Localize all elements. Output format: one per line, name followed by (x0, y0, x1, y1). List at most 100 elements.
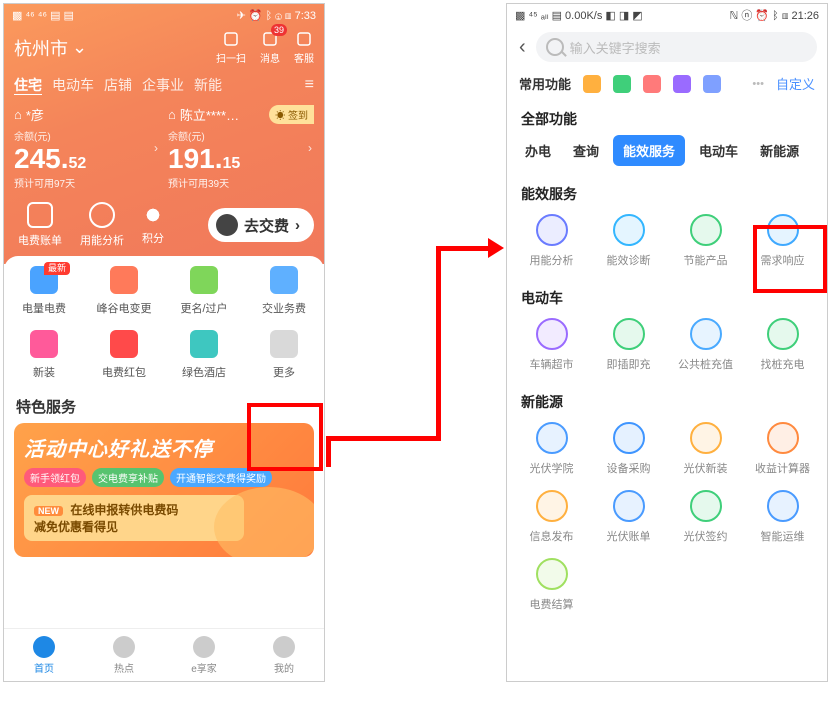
feature-item[interactable]: 光伏学院 (513, 422, 590, 476)
feature-icon (690, 214, 722, 246)
promo-chip: 交电费享补贴 (92, 468, 164, 487)
feature-item[interactable]: 新装 (4, 330, 84, 380)
points-icon (142, 204, 164, 226)
category-tab[interactable]: 查询 (565, 135, 607, 166)
highlight-demand-response (753, 225, 827, 293)
feature-item[interactable]: 即插即充 (590, 318, 667, 372)
feature-item[interactable]: 车辆超市 (513, 318, 590, 372)
feature-icon (613, 422, 645, 454)
status-left: ▩ ⁴⁵ ₐₗₗ ▤ 0.00K/s ◧ ◨ ◩ (515, 9, 643, 22)
fav-icon[interactable] (613, 75, 631, 93)
feature-item[interactable]: 电费红包 (84, 330, 164, 380)
quick-analysis[interactable]: 用能分析 (80, 202, 124, 248)
hero-action[interactable]: 客服 (294, 30, 314, 65)
bot-icon (216, 214, 238, 236)
customize-link[interactable]: 自定义 (776, 74, 815, 93)
menu-icon[interactable]: ≡ (305, 76, 314, 94)
section-grid: 光伏学院设备采购光伏新装收益计算器信息发布光伏账单光伏签约智能运维电费结算 (507, 418, 827, 622)
category-tab[interactable]: 能效服务 (613, 135, 685, 166)
nav-item[interactable]: 首页 (4, 629, 84, 681)
feature-icon (613, 318, 645, 350)
phone-home-screen: ▩ ⁴⁶ ⁴⁶ ▤ ▤ ✈ ⏰ ᛒ ⓘ ▥ 7:33 杭州市 ⌄ 扫一扫39消息… (3, 3, 325, 682)
hero-action[interactable]: 39消息 (260, 30, 280, 65)
feature-item[interactable]: 用能分析 (513, 214, 590, 268)
category-tabs: 住宅电动车店铺企事业新能 ≡ (4, 69, 324, 95)
feature-icon (767, 318, 799, 350)
feature-icon (536, 490, 568, 522)
city-selector[interactable]: 杭州市 ⌄ (14, 35, 87, 61)
feature-item[interactable]: 交业务费 (244, 266, 324, 316)
feature-item[interactable]: 最新电量电费 (4, 266, 84, 316)
home-icon: ⌂ (168, 107, 176, 122)
status-bar: ▩ ⁴⁵ ₐₗₗ ▤ 0.00K/s ◧ ◨ ◩ ℕ ⓝ ⏰ ᛒ ▥ 21:26 (507, 4, 827, 26)
tab[interactable]: 店铺 (104, 75, 132, 95)
city-name: 杭州市 (14, 35, 68, 61)
feature-icon (30, 330, 58, 358)
feature-item[interactable]: 光伏签约 (667, 490, 744, 544)
feature-item[interactable]: 光伏新装 (667, 422, 744, 476)
fav-icon[interactable] (703, 75, 721, 93)
feature-item[interactable]: 智能运维 (744, 490, 821, 544)
feature-icon (536, 318, 568, 350)
category-tabs: 办电查询能效服务电动车新能源 (507, 135, 827, 174)
fav-label: 常用功能 (519, 74, 571, 93)
promo-chip: 新手领红包 (24, 468, 86, 487)
quick-bill[interactable]: 电费账单 (18, 202, 62, 248)
feature-item[interactable]: 收益计算器 (744, 422, 821, 476)
category-tab[interactable]: 办电 (517, 135, 559, 166)
ehome-icon (193, 636, 215, 658)
search-input[interactable]: 输入关键字搜索 (536, 32, 817, 62)
nav-item[interactable]: 我的 (244, 629, 324, 681)
feature-item[interactable]: 更名/过户 (164, 266, 244, 316)
chevron-right-icon: › (308, 141, 312, 155)
feature-item[interactable]: 电费结算 (513, 558, 590, 612)
feature-item[interactable]: 公共桩充值 (667, 318, 744, 372)
profile-icon (273, 636, 295, 658)
tab[interactable]: 新能 (194, 75, 222, 95)
feature-item[interactable]: 更多 (244, 330, 324, 380)
feature-item[interactable]: 设备采购 (590, 422, 667, 476)
analysis-icon (89, 202, 115, 228)
fav-icon[interactable] (583, 75, 601, 93)
fav-icon[interactable] (673, 75, 691, 93)
sign-in-button[interactable]: ☀ 签到 (269, 105, 314, 124)
tab[interactable]: 企事业 (142, 75, 184, 95)
phone-all-features: ▩ ⁴⁵ ₐₗₗ ▤ 0.00K/s ◧ ◨ ◩ ℕ ⓝ ⏰ ᛒ ▥ 21:26… (506, 3, 828, 682)
feature-item[interactable]: 节能产品 (667, 214, 744, 268)
status-right: ℕ ⓝ ⏰ ᛒ ▥ 21:26 (729, 7, 819, 23)
fav-more: ••• (752, 78, 764, 90)
feature-icon (110, 330, 138, 358)
feature-icon (536, 558, 568, 590)
nav-item[interactable]: 热点 (84, 629, 164, 681)
hero-action[interactable]: 扫一扫 (216, 30, 246, 65)
feature-item[interactable]: 峰谷电变更 (84, 266, 164, 316)
all-header: 全部功能 (507, 99, 827, 135)
category-tab[interactable]: 新能源 (752, 135, 807, 166)
tab[interactable]: 电动车 (52, 75, 94, 95)
nav-item[interactable]: e享家 (164, 629, 244, 681)
feature-icon (767, 422, 799, 454)
feature-item[interactable]: 光伏账单 (590, 490, 667, 544)
tab[interactable]: 住宅 (14, 75, 42, 95)
feature-icon (690, 490, 722, 522)
hero-actions: 扫一扫 39消息客服 (216, 30, 314, 65)
balance-card[interactable]: ⌂*彦余额(元)245.52预计可用97天› (14, 105, 160, 190)
feature-icon (690, 318, 722, 350)
news-icon (113, 636, 135, 658)
feature-item[interactable]: 找桩充电 (744, 318, 821, 372)
feature-icon (190, 266, 218, 294)
fav-icon[interactable] (643, 75, 661, 93)
quick-points[interactable]: 积分 (142, 204, 164, 246)
balance-card[interactable]: ☀ 签到⌂陈立****…余额(元)191.15预计可用39天› (168, 105, 314, 190)
feature-item[interactable]: 信息发布 (513, 490, 590, 544)
feature-item[interactable]: 能效诊断 (590, 214, 667, 268)
bill-icon (27, 202, 53, 228)
feature-panel: 最新电量电费峰谷电变更更名/过户交业务费新装电费红包绿色酒店更多 (4, 256, 324, 386)
category-tab[interactable]: 电动车 (691, 135, 746, 166)
pay-button[interactable]: 去交费 › (208, 208, 314, 242)
arrow-segment (436, 246, 490, 251)
feature-item[interactable]: 绿色酒店 (164, 330, 244, 380)
chevron-down-icon: ⌄ (72, 37, 87, 58)
back-button[interactable]: ‹ (517, 34, 528, 61)
section-header: 能效服务 (507, 174, 827, 210)
